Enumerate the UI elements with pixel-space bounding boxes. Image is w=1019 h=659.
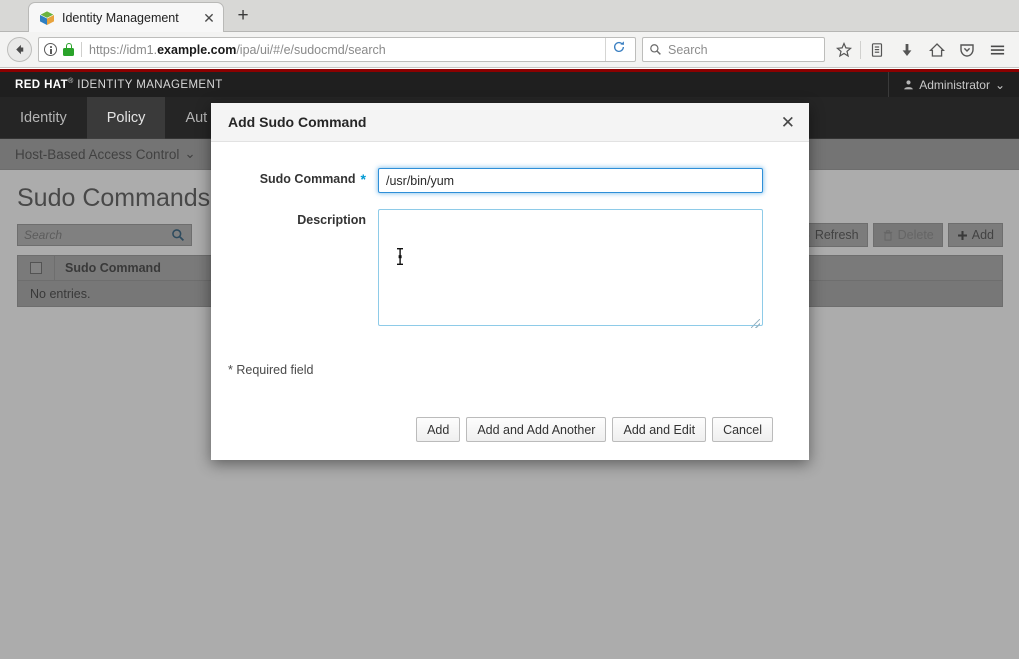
back-arrow-icon[interactable] <box>7 37 32 62</box>
screen: Identity Management ✕ + https://idm1.exa… <box>0 0 1019 659</box>
new-tab-button[interactable]: + <box>232 5 254 27</box>
field-wrap-description <box>378 209 773 331</box>
close-icon[interactable]: ✕ <box>781 114 795 131</box>
field-label-sudo-command: Sudo Command * <box>211 168 378 186</box>
url-host-domain: example.com <box>157 42 237 57</box>
brand-redhat: RED HAT <box>15 78 69 91</box>
description-textarea[interactable] <box>378 209 763 326</box>
required-field-note: * Required field <box>228 363 314 377</box>
browser-tab-title: Identity Management <box>62 10 179 25</box>
nav-item-policy[interactable]: Policy <box>86 97 166 139</box>
add-sudo-command-dialog: Add Sudo Command ✕ Sudo Command * Descri… <box>211 103 809 460</box>
close-icon[interactable]: ✕ <box>201 11 217 25</box>
dialog-body: Sudo Command * Description * <box>211 142 809 377</box>
browser-nav-bar: https://idm1.example.com/ipa/ui/#/e/sudo… <box>0 32 1019 68</box>
dialog-add-button[interactable]: Add <box>416 417 461 442</box>
required-marker: * <box>360 171 366 187</box>
search-icon <box>650 44 661 55</box>
pocket-icon[interactable] <box>952 36 982 64</box>
url-scheme: https:// <box>89 42 127 57</box>
browser-tab-bar: Identity Management ✕ + <box>0 0 1019 32</box>
padlock-icon[interactable] <box>63 43 74 56</box>
sudo-command-input[interactable] <box>378 168 763 193</box>
brand-trademark: ® <box>68 78 74 86</box>
idm-brand: RED HAT® IDENTITY MANAGEMENT <box>0 78 223 91</box>
user-name: Administrator <box>919 77 990 92</box>
brand-product: IDENTITY MANAGEMENT <box>77 78 223 91</box>
browser-toolbar-icons <box>829 36 1012 64</box>
site-info-icon[interactable] <box>44 43 57 56</box>
home-icon[interactable] <box>922 36 952 64</box>
dialog-cancel-button[interactable]: Cancel <box>712 417 773 442</box>
dialog-title: Add Sudo Command <box>228 114 367 130</box>
label-text: Description <box>297 213 366 227</box>
browser-search-bar[interactable]: Search <box>642 37 825 62</box>
download-icon[interactable] <box>892 36 922 64</box>
url-identity-block <box>44 42 89 57</box>
dialog-footer: Add Add and Add Another Add and Edit Can… <box>211 417 809 460</box>
url-host-prefix: idm1. <box>126 42 158 57</box>
url-path: /ipa/ui/#/e/sudocmd/search <box>236 42 386 57</box>
browser-tab[interactable]: Identity Management ✕ <box>28 2 224 32</box>
field-wrap-sudo-command <box>378 168 773 193</box>
reload-icon[interactable] <box>605 38 631 61</box>
user-menu[interactable]: Administrator ⌄ <box>888 72 1019 97</box>
cube-icon <box>39 10 55 26</box>
divider <box>81 42 82 57</box>
browser-search-placeholder: Search <box>668 42 708 57</box>
divider <box>860 40 861 59</box>
form-row-description: Description <box>211 209 773 331</box>
url-bar[interactable]: https://idm1.example.com/ipa/ui/#/e/sudo… <box>38 37 636 62</box>
hamburger-menu-icon[interactable] <box>982 36 1012 64</box>
dialog-header: Add Sudo Command ✕ <box>211 103 809 142</box>
star-icon[interactable] <box>829 36 859 64</box>
label-text: Sudo Command <box>259 172 356 186</box>
description-area-wrap <box>378 209 763 331</box>
dialog-add-and-edit-button[interactable]: Add and Edit <box>612 417 707 442</box>
library-icon[interactable] <box>862 36 892 64</box>
field-label-description: Description <box>211 209 378 227</box>
user-icon <box>904 80 914 90</box>
idm-masthead: RED HAT® IDENTITY MANAGEMENT Administrat… <box>0 72 1019 97</box>
nav-item-identity[interactable]: Identity <box>0 97 87 139</box>
form-row-sudo-command: Sudo Command * <box>211 168 773 193</box>
dialog-add-and-add-another-button[interactable]: Add and Add Another <box>466 417 607 442</box>
url-text: https://idm1.example.com/ipa/ui/#/e/sudo… <box>89 43 605 57</box>
chevron-down-icon: ⌄ <box>994 77 1005 92</box>
